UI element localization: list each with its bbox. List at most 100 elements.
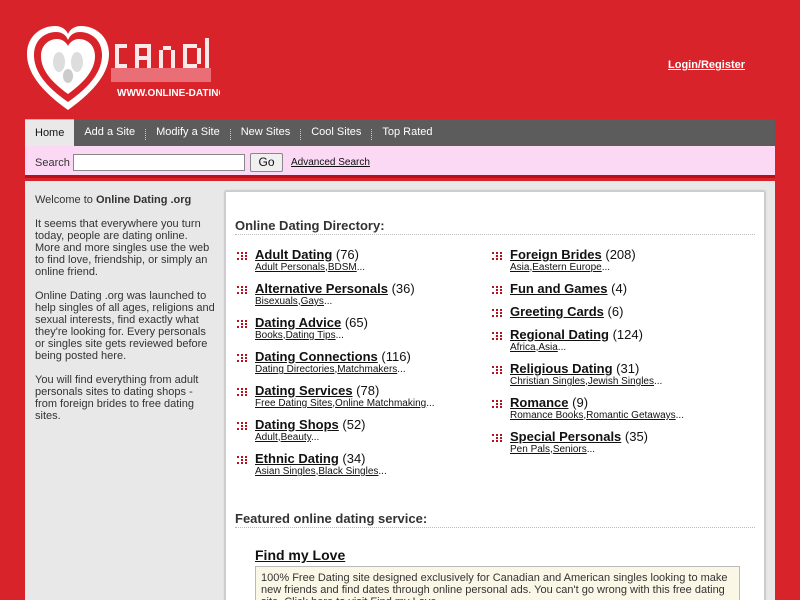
subcategory-link[interactable]: Adult <box>255 432 278 443</box>
category-link[interactable]: Foreign Brides <box>510 247 602 262</box>
subcategory-list: Romance Books,Romantic Getaways... <box>510 410 684 421</box>
subcategory-list: Adult,Beauty... <box>255 432 320 443</box>
directory-category: Adult Dating (76) Adult Personals,BDSM... <box>235 247 485 274</box>
subcategory-link[interactable]: Eastern Europe <box>532 262 602 273</box>
bullet-icon <box>237 388 247 396</box>
nav-cool-sites[interactable]: Cool Sites <box>301 119 371 146</box>
subcategory-list: Dating Directories,Matchmakers... <box>255 364 406 375</box>
directory-category: Regional Dating (124) Africa,Asia... <box>490 327 740 354</box>
subcategory-link[interactable]: Seniors <box>553 444 587 455</box>
category-count: (52) <box>338 417 366 432</box>
subcategory-link[interactable]: Pen Pals <box>510 444 550 455</box>
subcategory-link[interactable]: Gays <box>301 296 324 307</box>
welcome-site-name: Online Dating .org <box>95 194 192 206</box>
directory-category: Dating Services (78) Free Dating Sites,On… <box>235 383 485 410</box>
directory-category: Greeting Cards (6) <box>490 304 740 320</box>
directory-category: Fun and Games (4) <box>490 281 740 297</box>
intro-paragraph: It seems that everywhere you turn today,… <box>35 218 210 278</box>
subcategory-link[interactable]: Adult Personals <box>255 262 325 273</box>
bullet-icon <box>237 252 247 260</box>
sidebar: Welcome to Online Dating .org It seems t… <box>35 194 215 434</box>
subcategory-link[interactable]: Asia <box>510 262 529 273</box>
category-count: (34) <box>338 451 366 466</box>
nav-add-site[interactable]: Add a Site <box>74 119 145 146</box>
subcategory-link[interactable]: Asia <box>538 342 557 353</box>
subcategory-link[interactable]: Jewish Singles <box>588 376 654 387</box>
category-link[interactable]: Greeting Cards <box>510 304 604 319</box>
subcategory-link[interactable]: Matchmakers <box>337 364 397 375</box>
category-link[interactable]: Dating Shops <box>255 417 339 432</box>
category-link[interactable]: Alternative Personals <box>255 281 388 296</box>
subcategory-link[interactable]: Dating Tips <box>286 330 336 341</box>
category-count: (36) <box>387 281 415 296</box>
subcategory-list: Books,Dating Tips... <box>255 330 344 341</box>
welcome-text: Welcome to Online Dating .org <box>35 194 215 206</box>
contents-paragraph: You will find everything from adult pers… <box>35 374 199 422</box>
subcategory-list: Pen Pals,Seniors... <box>510 444 596 455</box>
subcategory-link[interactable]: Black Singles <box>318 466 378 477</box>
nav-modify-site[interactable]: Modify a Site <box>146 119 230 146</box>
category-link[interactable]: Dating Advice <box>255 315 341 330</box>
directory-category: Dating Advice (65) Books,Dating Tips... <box>235 315 485 342</box>
subcategory-list: Asia,Eastern Europe... <box>510 262 611 273</box>
subcategory-list: Adult Personals,BDSM... <box>255 262 366 273</box>
directory-category: Religious Dating (31) Christian Singles,J… <box>490 361 740 388</box>
subcategory-link[interactable]: Beauty <box>281 432 311 443</box>
search-input[interactable] <box>73 154 245 171</box>
main-panel: Online Dating Directory: Adult Dating (7… <box>225 191 765 600</box>
category-count: (116) <box>377 349 411 364</box>
logo-text: WWW.ONLINE-DATING.ORG <box>117 88 220 99</box>
nav-home[interactable]: Home <box>25 119 75 146</box>
go-button[interactable]: Go <box>250 153 283 172</box>
page-body: Welcome to Online Dating .org It seems t… <box>25 181 775 600</box>
featured-title: Featured online dating service: <box>235 511 755 528</box>
subcategory-link[interactable]: Asian Singles <box>255 466 316 477</box>
search-bar: Search Go Advanced Search <box>25 146 775 178</box>
bullet-icon <box>237 320 247 328</box>
category-count: (78) <box>352 383 380 398</box>
featured-site-link[interactable]: Find my Love <box>255 547 345 563</box>
category-link[interactable]: Special Personals <box>510 429 621 444</box>
category-count: (124) <box>608 327 643 342</box>
nav-new-sites[interactable]: New Sites <box>231 119 301 146</box>
site-logo[interactable]: WWW.ONLINE-DATING.ORG <box>25 24 252 114</box>
category-count: (31) <box>612 361 640 376</box>
category-link[interactable]: Romance <box>510 395 569 410</box>
subcategory-list: Bisexuals,Gays... <box>255 296 333 307</box>
search-label: Search <box>35 157 70 169</box>
bullet-icon <box>237 456 247 464</box>
category-count: (65) <box>341 315 368 330</box>
bullet-icon <box>492 332 502 340</box>
category-count: (6) <box>603 304 624 319</box>
directory-category: Romance (9) Romance Books,Romantic Getawa… <box>490 395 740 422</box>
category-link[interactable]: Dating Services <box>255 383 353 398</box>
category-link[interactable]: Dating Connections <box>255 349 378 364</box>
subcategory-link[interactable]: Books <box>255 330 283 341</box>
subcategory-link[interactable]: Free Dating Sites <box>255 398 332 409</box>
category-count: (35) <box>621 429 649 444</box>
category-link[interactable]: Religious Dating <box>510 361 613 376</box>
category-count: (4) <box>607 281 628 296</box>
subcategory-link[interactable]: Bisexuals <box>255 296 298 307</box>
login-register-link[interactable]: Login/Register <box>668 59 745 71</box>
subcategory-list: Asian Singles,Black Singles... <box>255 466 387 477</box>
category-link[interactable]: Ethnic Dating <box>255 451 339 466</box>
directory-category: Ethnic Dating (34) Asian Singles,Black Si… <box>235 451 485 478</box>
subcategory-list: Free Dating Sites,Online Matchmaking... <box>255 398 435 409</box>
subcategory-list: Christian Singles,Jewish Singles... <box>510 376 663 387</box>
category-link[interactable]: Regional Dating <box>510 327 609 342</box>
subcategory-link[interactable]: BDSM <box>328 262 357 273</box>
advanced-search-link[interactable]: Advanced Search <box>291 157 370 168</box>
bullet-icon <box>492 400 502 408</box>
category-link[interactable]: Fun and Games <box>510 281 608 296</box>
subcategory-link[interactable]: Romantic Getaways <box>586 410 675 421</box>
category-link[interactable]: Adult Dating <box>255 247 332 262</box>
directory-category: Dating Shops (52) Adult,Beauty... <box>235 417 485 444</box>
subcategory-link[interactable]: Africa <box>510 342 536 353</box>
category-count: (208) <box>601 247 636 262</box>
subcategory-link[interactable]: Dating Directories <box>255 364 334 375</box>
subcategory-link[interactable]: Online Matchmaking <box>335 398 426 409</box>
nav-top-rated[interactable]: Top Rated <box>372 119 442 146</box>
subcategory-link[interactable]: Romance Books <box>510 410 583 421</box>
subcategory-link[interactable]: Christian Singles <box>510 376 585 387</box>
